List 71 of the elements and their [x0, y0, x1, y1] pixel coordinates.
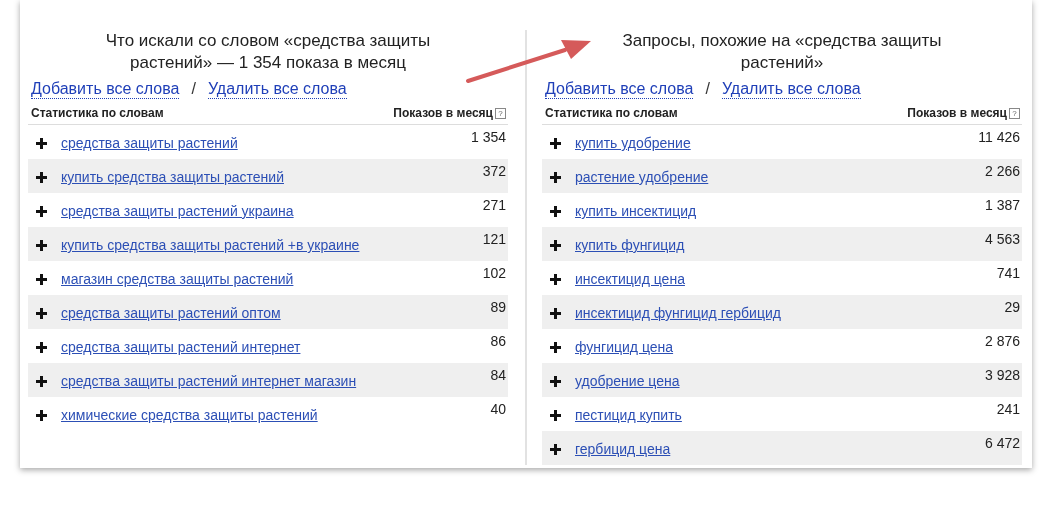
impressions-count: 241 — [996, 400, 1020, 419]
keyword-link[interactable]: гербицид цена — [575, 441, 671, 457]
add-all-link[interactable]: Добавить все слова — [31, 80, 180, 99]
keyword-link[interactable]: средства защиты растений украина — [61, 203, 294, 219]
impressions-count: 3 928 — [984, 366, 1020, 385]
impressions-count: 29 — [1004, 298, 1020, 317]
plus-icon[interactable] — [36, 342, 47, 353]
panel-title: Что искали со словом «средства защиты растений» — 1 354 показа в месяц — [104, 30, 432, 74]
panel-title: Запросы, похожие на «средства защиты растений» — [621, 30, 943, 74]
keyword-link[interactable]: купить средства защиты растений +в украине — [61, 237, 360, 253]
column-header: Статистика по словам — [545, 106, 678, 120]
impressions-count: 1 387 — [984, 196, 1020, 215]
plus-icon[interactable] — [36, 308, 47, 319]
plus-icon[interactable] — [550, 444, 561, 455]
plus-icon[interactable] — [36, 138, 47, 149]
keyword-link[interactable]: фунгицид цена — [575, 339, 674, 355]
plus-icon[interactable] — [550, 308, 561, 319]
impressions-count: 2 876 — [984, 332, 1020, 351]
plus-icon[interactable] — [550, 342, 561, 353]
plus-icon[interactable] — [550, 240, 561, 251]
help-icon[interactable]: ? — [1009, 107, 1020, 119]
help-icon[interactable]: ? — [495, 107, 506, 119]
keyword-link[interactable]: средства защиты растений интернет — [61, 339, 301, 355]
keyword-link[interactable]: купить средства защиты растений — [61, 169, 284, 185]
separator: / — [705, 80, 710, 98]
keyword-link[interactable]: купить инсектицид — [575, 203, 697, 219]
impressions-count: 372 — [482, 162, 506, 181]
impressions-count: 121 — [482, 230, 506, 249]
keyword-link[interactable]: средства защиты растений интернет магазин — [61, 373, 357, 389]
plus-icon[interactable] — [550, 410, 561, 421]
keyword-link[interactable]: средства защиты растений — [61, 135, 238, 151]
plus-icon[interactable] — [550, 172, 561, 183]
plus-icon[interactable] — [36, 240, 47, 251]
impressions-count: 4 563 — [984, 230, 1020, 249]
keyword-link[interactable]: инсектицид цена — [575, 271, 685, 287]
impressions-count: 741 — [996, 264, 1020, 283]
plus-icon[interactable] — [36, 376, 47, 387]
impressions-count: 40 — [490, 400, 506, 419]
impressions-count: 2 266 — [984, 162, 1020, 181]
impressions-count: 86 — [490, 332, 506, 351]
remove-all-link[interactable]: Удалить все слова — [207, 80, 347, 99]
plus-icon[interactable] — [550, 206, 561, 217]
remove-all-link[interactable]: Удалить все слова — [721, 80, 861, 99]
keyword-link[interactable]: химические средства защиты растений — [61, 407, 318, 423]
plus-icon[interactable] — [36, 172, 47, 183]
column-header: Показов в месяц — [907, 106, 1007, 120]
impressions-count: 11 426 — [978, 128, 1020, 147]
keyword-link[interactable]: удобрение цена — [575, 373, 680, 389]
plus-icon[interactable] — [550, 274, 561, 285]
keyword-link[interactable]: пестицид купить — [575, 407, 682, 423]
impressions-count: 1 354 — [470, 128, 506, 147]
plus-icon[interactable] — [550, 138, 561, 149]
plus-icon[interactable] — [36, 206, 47, 217]
plus-icon[interactable] — [550, 376, 561, 387]
column-header: Показов в месяц — [393, 106, 493, 120]
keyword-link[interactable]: инсектицид фунгицид гербицид — [575, 305, 781, 321]
keyword-link[interactable]: растение удобрение — [575, 169, 709, 185]
plus-icon[interactable] — [36, 274, 47, 285]
keyword-link[interactable]: магазин средства защиты растений — [61, 271, 294, 287]
impressions-count: 102 — [482, 264, 506, 283]
impressions-count: 6 472 — [984, 434, 1020, 453]
column-header: Статистика по словам — [31, 106, 164, 120]
impressions-count: 89 — [490, 298, 506, 317]
impressions-count: 271 — [482, 196, 506, 215]
add-all-link[interactable]: Добавить все слова — [545, 80, 694, 99]
separator: / — [191, 80, 196, 98]
keyword-link[interactable]: купить удобрение — [575, 135, 691, 151]
plus-icon[interactable] — [36, 410, 47, 421]
impressions-count: 84 — [490, 366, 506, 385]
keyword-link[interactable]: купить фунгицид — [575, 237, 685, 253]
keyword-link[interactable]: средства защиты растений оптом — [61, 305, 281, 321]
